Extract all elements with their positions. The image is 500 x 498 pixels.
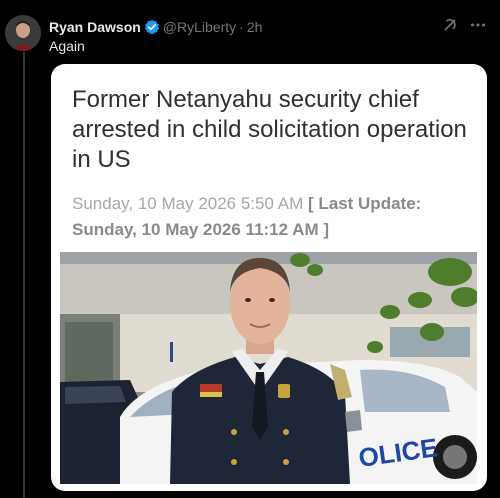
article-dateline: Sunday, 10 May 2026 5:50 AM [ Last Updat…: [72, 191, 482, 243]
author-handle[interactable]: @RyLiberty: [163, 19, 236, 35]
more-icon[interactable]: [470, 17, 486, 36]
article-date: Sunday, 10 May 2026 5:50 AM: [72, 194, 304, 213]
tweet-actions: [442, 17, 486, 36]
avatar[interactable]: [5, 15, 41, 51]
tweet-time[interactable]: 2h: [247, 19, 263, 35]
grok-icon[interactable]: [442, 17, 458, 36]
article-photo: OLICE: [60, 252, 477, 484]
tweet-text: Again: [49, 38, 85, 54]
verified-badge-icon: [144, 19, 160, 35]
author-name[interactable]: Ryan Dawson: [49, 19, 141, 35]
tweet-header: Ryan Dawson @RyLiberty · 2h: [49, 17, 490, 37]
thread-line: [23, 52, 25, 498]
separator-dot: ·: [239, 19, 244, 35]
attached-image-card[interactable]: Former Netanyahu security chief arrested…: [51, 64, 487, 491]
article-headline: Former Netanyahu security chief arrested…: [72, 86, 467, 173]
